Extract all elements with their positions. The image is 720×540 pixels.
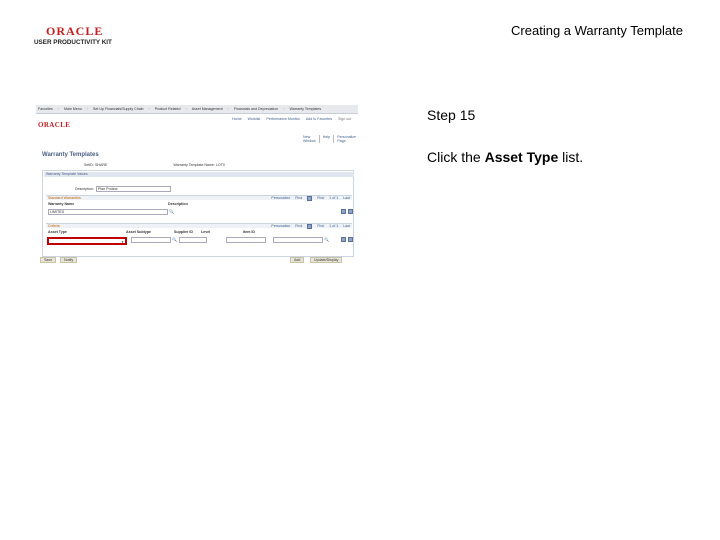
nav-separator: › xyxy=(227,107,229,111)
nav-asset-management[interactable]: Asset Management xyxy=(192,107,223,111)
add-row-icon[interactable] xyxy=(341,209,346,214)
link-help[interactable]: Help xyxy=(323,135,335,143)
grid-view-icon[interactable] xyxy=(307,223,313,229)
link-performance-monitor[interactable]: Performance Monitor xyxy=(266,117,300,121)
instruction-text-before: Click the xyxy=(427,149,485,165)
link-worklist[interactable]: Worklist xyxy=(248,117,261,121)
grid-last-link[interactable]: Last xyxy=(343,196,350,201)
grid-personalize-link[interactable]: Personalize xyxy=(271,224,290,229)
col-asset-type: Asset Type xyxy=(48,230,67,234)
setid-label: SetID: SHARE xyxy=(84,163,108,167)
col-item-id: Item ID xyxy=(243,230,255,234)
link-home[interactable]: Home xyxy=(232,117,242,121)
grid-find-link[interactable]: Find xyxy=(295,224,302,229)
delete-row-icon[interactable] xyxy=(348,237,353,242)
template-name-label: Warranty Template Name: LOT0 xyxy=(173,163,225,167)
col-description: Description xyxy=(168,202,188,206)
save-button[interactable]: Save xyxy=(40,257,57,263)
standard-warranties-header: Standard Warranties Personalize Find Fir… xyxy=(46,195,352,201)
nav-warranty-templates[interactable]: Warranty Templates xyxy=(289,107,321,111)
update-display-button[interactable]: Update/Display xyxy=(310,257,343,263)
col-warranty-name: Warranty Name xyxy=(48,202,75,206)
grid1-columns: Warranty Name Description xyxy=(48,202,188,206)
lookup-icon[interactable]: 🔍 xyxy=(172,237,177,242)
warranty-name-input[interactable]: LIMITED xyxy=(48,209,168,215)
step-number: Step 15 xyxy=(427,107,476,123)
grid2-columns: Asset Type Asset Subtype Supplier ID Lev… xyxy=(48,230,255,234)
delete-row-icon[interactable] xyxy=(348,209,353,214)
description-label: Description: xyxy=(75,187,94,191)
item-id-input[interactable] xyxy=(273,237,323,243)
instruction-target: Asset Type xyxy=(484,149,559,165)
lookup-icon[interactable]: 🔍 xyxy=(324,237,329,242)
nav-financials-depreciation[interactable]: Financials and Depreciation xyxy=(234,107,278,111)
link-personalize-page[interactable]: Personalize Page xyxy=(337,135,358,143)
grid-personalize-link[interactable]: Personalize xyxy=(271,196,290,201)
application-screenshot: Favorites › Main Menu › Set Up Financials/… xyxy=(36,105,358,265)
grid-title: Criteria xyxy=(48,224,60,228)
grid-view-icon[interactable] xyxy=(307,195,313,201)
breadcrumb-nav: Favorites › Main Menu › Set Up Financials/… xyxy=(36,105,358,114)
nav-separator: › xyxy=(57,107,59,111)
criteria-header: Criteria Personalize Find First 1 of 1 L… xyxy=(46,223,352,229)
grid-row-count: 1 of 1 xyxy=(329,223,339,228)
grid-first-link[interactable]: First xyxy=(317,224,324,229)
nav-separator: › xyxy=(148,107,150,111)
nav-separator: › xyxy=(86,107,88,111)
add-row-icon[interactable] xyxy=(341,237,346,242)
link-new-window[interactable]: New Window xyxy=(303,135,320,143)
col-supplier-id: Supplier ID xyxy=(174,230,193,234)
key-fields: SetID: SHARE Warranty Template Name: LOT… xyxy=(84,163,225,167)
link-add-favorites[interactable]: Add to Favorites xyxy=(306,117,332,121)
notify-button[interactable]: Notify xyxy=(60,257,78,263)
logo-oracle-text: ORACLE xyxy=(46,24,104,38)
col-asset-subtype: Asset Subtype xyxy=(126,230,151,234)
grid-pager: Personalize Find First 1 of 1 Last xyxy=(271,195,350,201)
grid-pager: Personalize Find First 1 of 1 Last xyxy=(271,223,350,229)
level-input[interactable] xyxy=(226,237,266,243)
asset-type-dropdown[interactable]: ▼ xyxy=(47,237,127,245)
instruction-text-after: list. xyxy=(558,149,584,165)
top-links: Home Worklist Performance Monitor Add to… xyxy=(232,117,351,121)
nav-product-related[interactable]: Product Related xyxy=(155,107,181,111)
document-title: Creating a Warranty Template xyxy=(511,23,683,38)
add-button[interactable]: Add xyxy=(290,257,305,263)
nav-favorites[interactable]: Favorites xyxy=(38,107,53,111)
nav-separator: › xyxy=(283,107,285,111)
grid-find-link[interactable]: Find xyxy=(295,196,302,201)
link-sign-out[interactable]: Sign out xyxy=(338,117,351,121)
col-level: Level xyxy=(201,230,211,234)
grid-title: Standard Warranties xyxy=(48,196,81,200)
description-row: Description: Plan Protect xyxy=(75,186,171,192)
nav-separator: › xyxy=(185,107,187,111)
step-instruction: Click the Asset Type list. xyxy=(427,149,583,165)
description-input[interactable]: Plan Protect xyxy=(95,186,171,192)
page-links: New Window Help Personalize Page xyxy=(303,135,358,143)
grid-row-count: 1 of 1 xyxy=(329,195,339,200)
nav-main-menu[interactable]: Main Menu xyxy=(64,107,82,111)
logo-kit-text: USER PRODUCTIVITY KIT xyxy=(34,39,112,46)
section-header: Warranty Template Values xyxy=(44,172,354,177)
grid-last-link[interactable]: Last xyxy=(343,224,350,229)
supplier-id-input[interactable] xyxy=(179,237,207,243)
app-oracle-logo: ORACLE xyxy=(38,121,71,129)
nav-setup-financials[interactable]: Set Up Financials/Supply Chain xyxy=(93,107,144,111)
page-title: Warranty Templates xyxy=(42,152,99,158)
chevron-down-icon: ▼ xyxy=(121,240,124,244)
lookup-icon[interactable]: 🔍 xyxy=(169,209,174,214)
grid-first-link[interactable]: First xyxy=(317,196,324,201)
asset-subtype-input[interactable] xyxy=(131,237,171,243)
upk-logo: ORACLE USER PRODUCTIVITY KIT xyxy=(34,24,134,48)
